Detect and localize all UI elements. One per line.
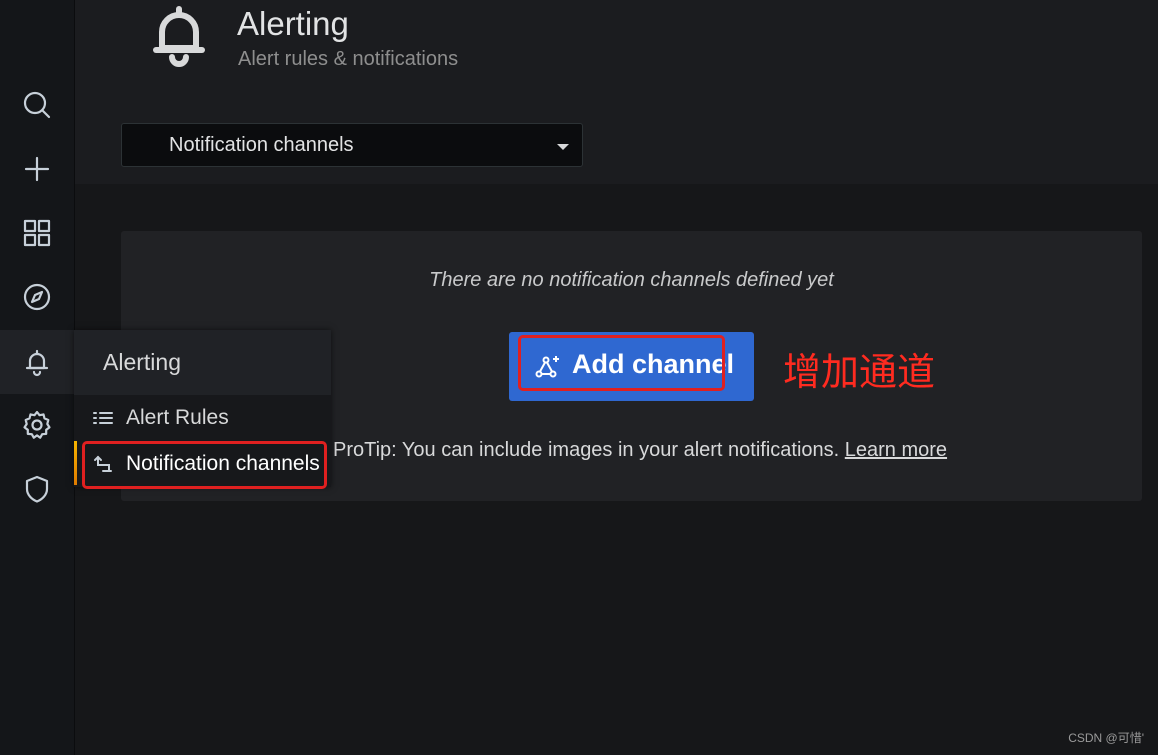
flyout-header[interactable]: Alerting [74, 330, 331, 395]
sidebar-item-search[interactable] [0, 73, 74, 137]
active-indicator [74, 441, 77, 485]
gear-icon [23, 410, 51, 439]
tab-select[interactable]: Notification channels [121, 123, 583, 167]
compass-icon [23, 283, 51, 311]
annotation-text: 增加通道 [783, 350, 936, 394]
sidebar-item-explore[interactable] [0, 265, 74, 329]
protip-text: ProTip: You can include images in your a… [333, 439, 845, 461]
apps-icon [23, 219, 51, 247]
plus-icon [24, 156, 50, 182]
flyout-item-label: Alert Rules [126, 406, 229, 429]
watermark: CSDN @可惜' [1068, 731, 1144, 745]
add-channel-button[interactable]: Add channel [509, 332, 754, 401]
learn-more-link[interactable]: Learn more [845, 439, 947, 461]
highlight-box [82, 441, 327, 489]
list-icon [92, 407, 114, 429]
highlight-box [518, 335, 725, 391]
caret-down-icon [557, 144, 569, 150]
sidebar-item-configuration[interactable] [0, 393, 74, 457]
flyout-item-notification-channels[interactable]: Notification channels [74, 441, 331, 489]
tab-select-value: Notification channels [169, 134, 354, 156]
search-icon [23, 91, 51, 119]
alerting-flyout-menu: Alerting Alert Rules Notification channe… [74, 330, 331, 489]
sidebar-item-alerting[interactable] [0, 330, 74, 394]
sidebar [0, 0, 75, 755]
page-title: Alerting [237, 5, 349, 42]
sidebar-item-server-admin[interactable] [0, 457, 74, 521]
empty-state-message: There are no notification channels defin… [429, 269, 834, 291]
sidebar-item-create[interactable] [0, 137, 74, 201]
bell-icon [150, 4, 208, 68]
sidebar-item-dashboards[interactable] [0, 201, 74, 265]
flyout-title: Alerting [103, 349, 181, 375]
bell-icon [25, 349, 49, 377]
page-subtitle: Alert rules & notifications [238, 48, 459, 70]
shield-icon [25, 475, 49, 503]
protip: ProTip: You can include images in your a… [333, 439, 947, 462]
flyout-item-alert-rules[interactable]: Alert Rules [74, 395, 331, 439]
